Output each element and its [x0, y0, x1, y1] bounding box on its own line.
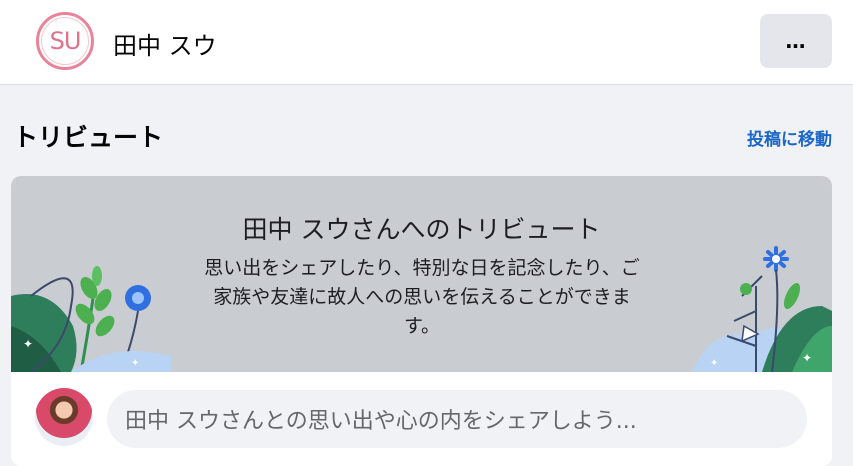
tribute-post-placeholder: 田中 スウさんとの思い出や心の内をシェアしよう... — [125, 409, 637, 434]
tribute-composer: 田中 スウさんとの思い出や心の内をシェアしよう... — [11, 372, 832, 466]
section-title: トリビュート — [13, 123, 164, 152]
go-to-post-link[interactable]: 投稿に移動 — [747, 125, 832, 150]
flowers-left-illustration: ✦ ✦ — [11, 266, 171, 372]
more-dots-icon: … — [785, 29, 807, 53]
user-avatar[interactable] — [35, 388, 93, 446]
more-options-button[interactable]: … — [760, 14, 832, 68]
tribute-card: ✦ ✦ ✦ ✦ 田中 スウさんへのトリビュート 思い出をシェアしたり、特別な日を… — [11, 176, 832, 466]
svg-text:✦: ✦ — [710, 358, 718, 369]
tribute-banner-description: 思い出をシェアしたり、特別な日を記念したり、ご家族や友達に故人への思いを伝えるこ… — [204, 257, 640, 337]
svg-text:✦: ✦ — [802, 351, 812, 365]
tribute-banner: ✦ ✦ ✦ ✦ 田中 スウさんへのトリビュート 思い出をシェアしたり、特別な日を… — [11, 176, 832, 372]
profile-avatar[interactable]: SU — [36, 12, 94, 70]
svg-text:✦: ✦ — [131, 358, 139, 369]
svg-text:✦: ✦ — [23, 337, 33, 351]
tribute-post-input[interactable]: 田中 スウさんとの思い出や心の内をシェアしよう... — [107, 390, 807, 448]
tribute-banner-title: 田中 スウさんへのトリビュート — [242, 215, 601, 244]
avatar-initials: SU — [49, 27, 82, 55]
flowers-right-illustration: ✦ ✦ — [692, 246, 832, 372]
profile-name[interactable]: 田中 スウ — [113, 26, 217, 61]
profile-header: SU 田中 スウ … — [0, 0, 853, 85]
